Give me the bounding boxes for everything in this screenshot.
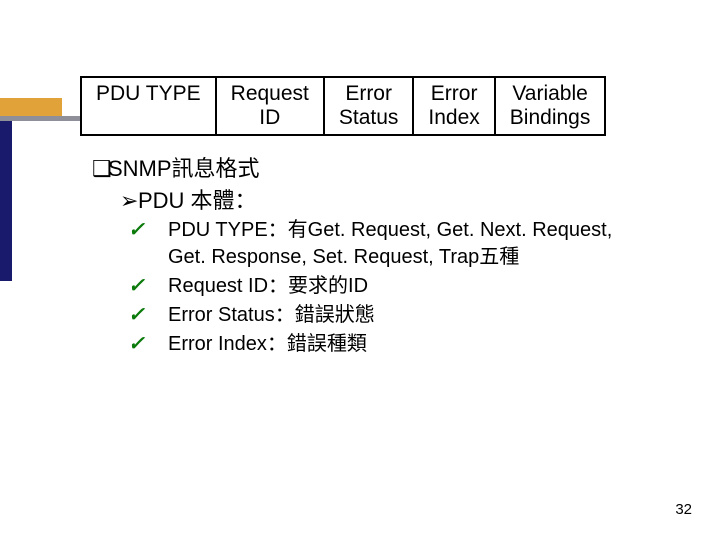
- accent-bar-navy: [0, 121, 12, 281]
- table-row: PDU TYPE RequestID ErrorStatus ErrorInde…: [81, 77, 605, 135]
- cell-error-status: ErrorStatus: [324, 77, 414, 135]
- check-icon: ✓: [148, 217, 168, 244]
- heading-text: SNMP訊息格式: [108, 156, 260, 181]
- heading-level2: ➢PDU 本體：: [120, 186, 690, 216]
- check-icon: ✓: [148, 302, 168, 329]
- list-item: ✓Error Index：錯誤種類: [148, 331, 690, 358]
- subheading-text: PDU 本體：: [138, 188, 257, 213]
- cell-pdu-type: PDU TYPE: [81, 77, 216, 135]
- cell-text: RequestID: [231, 82, 309, 129]
- check-icon: ✓: [148, 331, 168, 358]
- item-text: PDU TYPE：有Get. Request, Get. Next. Reque…: [168, 219, 612, 241]
- item-text: Error Index：錯誤種類: [168, 333, 367, 355]
- page-number: 32: [675, 501, 692, 518]
- item-text: Error Status：錯誤狀態: [168, 304, 375, 326]
- list-item: ✓Request ID：要求的ID: [148, 273, 690, 300]
- cell-error-index: ErrorIndex: [413, 77, 494, 135]
- cell-request-id: RequestID: [216, 77, 324, 135]
- triangle-bullet-icon: ➢: [120, 186, 138, 216]
- item-text-cont: Get. Response, Set. Request, Trap五種: [168, 246, 519, 268]
- list-item: ✓PDU TYPE：有Get. Request, Get. Next. Requ…: [148, 217, 690, 271]
- heading-level1: ❑SNMP訊息格式: [92, 154, 690, 184]
- cell-text: ErrorIndex: [428, 82, 479, 129]
- cell-variable-bindings: VariableBindings: [495, 77, 606, 135]
- accent-bar-orange: [0, 98, 62, 116]
- check-icon: ✓: [148, 273, 168, 300]
- item-text: Request ID：要求的ID: [168, 275, 368, 297]
- cell-text: VariableBindings: [510, 82, 591, 129]
- cell-text: PDU TYPE: [96, 82, 201, 105]
- cell-text: ErrorStatus: [339, 82, 399, 129]
- pdu-fields-table: PDU TYPE RequestID ErrorStatus ErrorInde…: [80, 76, 606, 136]
- slide-body: ❑SNMP訊息格式 ➢PDU 本體： ✓PDU TYPE：有Get. Reque…: [92, 152, 690, 360]
- square-bullet-icon: ❑: [92, 154, 108, 184]
- list-item: ✓Error Status：錯誤狀態: [148, 302, 690, 329]
